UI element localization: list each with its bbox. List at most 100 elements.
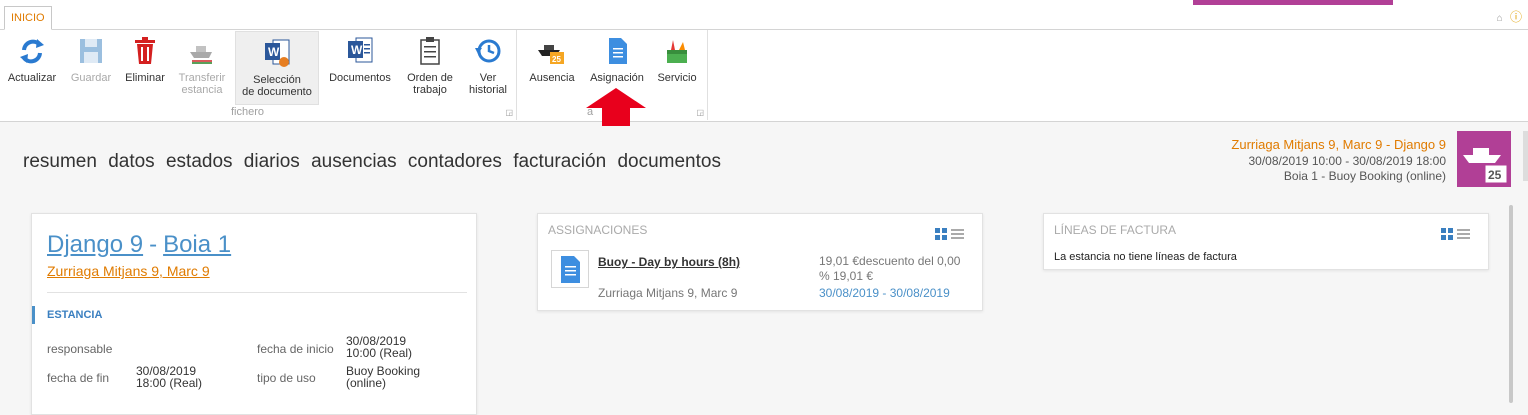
ribbon: INICIO ⌂ ⓘ Actualizar Guardar Eliminar T…: [0, 0, 1528, 122]
nav-resumen[interactable]: resumen: [23, 151, 97, 172]
nav-datos[interactable]: datos: [108, 151, 154, 172]
assignments-title: ASSIGNACIONES: [548, 223, 648, 237]
red-arrow-annotation: [586, 88, 646, 126]
stay-header-title: Zurriaga Mitjans 9, Marc 9 - Django 9: [1231, 137, 1446, 152]
transfer-label-2: estancia: [181, 84, 223, 96]
refresh-button[interactable]: Actualizar: [4, 34, 60, 84]
purple-strip: [1193, 0, 1393, 5]
work-order-button[interactable]: Orden de trabajo: [403, 34, 457, 96]
section-nav: resumen datos estados diarios ausencias …: [23, 151, 727, 173]
history-label-2: historial: [469, 84, 507, 96]
assignment-button[interactable]: Asignación: [585, 34, 649, 84]
value-use-type: Buoy Booking (online): [346, 365, 420, 389]
nav-diarios[interactable]: diarios: [244, 151, 300, 172]
title-separator: -: [149, 231, 158, 258]
nav-documentos[interactable]: documentos: [617, 151, 721, 172]
word-document-icon: W: [265, 39, 290, 67]
label-responsible: responsable: [47, 342, 113, 356]
document-icon: [561, 256, 580, 283]
info-icon[interactable]: ⓘ: [1510, 10, 1522, 24]
documents-button[interactable]: W Documentos: [325, 34, 395, 84]
save-icon: [80, 39, 102, 63]
ribbon-tabbar: INICIO ⌂ ⓘ: [0, 0, 1528, 30]
nav-contadores[interactable]: contadores: [408, 151, 502, 172]
transfer-label-1: Transferir: [178, 72, 226, 84]
service-label: Servicio: [657, 72, 697, 84]
assignment-label: Asignación: [590, 72, 644, 84]
toolbox-icon: [667, 40, 687, 63]
stay-header-info: Zurriaga Mitjans 9, Marc 9 - Django 9 30…: [1231, 137, 1446, 184]
select-document-button[interactable]: W Selección de documento: [235, 31, 319, 105]
view-toggle-icon[interactable]: [1441, 228, 1471, 240]
transfer-stay-button[interactable]: Transferir estancia: [174, 34, 230, 96]
delete-button[interactable]: Eliminar: [121, 34, 169, 84]
invoice-lines-card: LÍNEAS DE FACTURA La estancia no tiene l…: [1043, 213, 1489, 270]
nav-ausencias[interactable]: ausencias: [311, 151, 397, 172]
boat-calendar-icon: 25: [538, 45, 564, 64]
tab-inicio[interactable]: INICIO: [4, 6, 52, 30]
history-button[interactable]: Ver historial: [463, 34, 513, 96]
nav-facturacion[interactable]: facturación: [513, 151, 606, 172]
value-start-date-2: 10:00 (Real): [346, 346, 413, 360]
boat-calendar-icon: 25: [1463, 148, 1508, 184]
refresh-icon: [20, 39, 44, 64]
section-title-estancia: ESTANCIA: [47, 309, 103, 321]
service-button[interactable]: Servicio: [653, 34, 701, 84]
collapse-ribbon-icon[interactable]: ⌂: [1497, 13, 1503, 24]
stay-title-link[interactable]: Django 9: [47, 231, 143, 258]
invoice-lines-title: LÍNEAS DE FACTURA: [1054, 223, 1177, 237]
clipboard-icon: [420, 37, 440, 65]
absence-label: Ausencia: [529, 72, 575, 84]
work-order-label-2: trabajo: [413, 84, 447, 96]
select-document-label-2: de documento: [242, 86, 312, 98]
view-toggle-icon[interactable]: [935, 228, 965, 240]
refresh-label: Actualizar: [7, 72, 57, 84]
absence-button[interactable]: 25 Ausencia: [525, 34, 579, 84]
resource-title-link[interactable]: Boia 1: [163, 231, 231, 258]
history-label-1: Ver: [479, 72, 497, 84]
save-button[interactable]: Guardar: [66, 34, 116, 84]
assignment-price-2: % 19,01 €: [819, 269, 874, 283]
svg-text:W: W: [268, 45, 280, 59]
stay-header-dates: 30/08/2019 10:00 - 30/08/2019 18:00: [1248, 154, 1446, 168]
group-launcher-icon[interactable]: ◲: [505, 108, 513, 117]
invoice-empty-message: La estancia no tiene líneas de factura: [1054, 251, 1237, 263]
select-document-label-1: Selección: [253, 74, 301, 86]
assignments-card: ASSIGNACIONES Buoy - Day by hours (8h) Z…: [537, 213, 983, 311]
divider: [47, 292, 467, 293]
value-end-date-2: 18:00 (Real): [136, 376, 203, 390]
assignment-item-client: Zurriaga Mitjans 9, Marc 9: [598, 286, 738, 300]
top-right-icons: ⌂ ⓘ: [1497, 8, 1522, 25]
save-label: Guardar: [70, 72, 112, 84]
boat-calendar-tile: 25: [1457, 131, 1511, 187]
value-start-date: 30/08/2019 10:00 (Real): [346, 335, 412, 359]
assignment-item-icon: [551, 250, 589, 288]
stay-card: Django 9- Boia 1 Zurriaga Mitjans 9, Marc…: [31, 213, 477, 415]
outer-scrollbar[interactable]: [1523, 131, 1528, 181]
value-end-date: 30/08/2019 18:00 (Real): [136, 365, 202, 389]
tile-number: 25: [1488, 168, 1502, 182]
assignment-price-1: 19,01 €descuento del 0,00: [819, 254, 961, 268]
svg-text:25: 25: [552, 55, 561, 64]
label-use-type: tipo de uso: [257, 371, 316, 385]
stay-header-resource: Boia 1 - Buoy Booking (online): [1283, 169, 1446, 183]
svg-text:W: W: [351, 43, 363, 57]
client-link[interactable]: Zurriaga Mitjans 9, Marc 9: [47, 263, 210, 279]
transfer-icon: [190, 46, 212, 64]
history-icon: [475, 39, 501, 63]
assignment-item-dates: 30/08/2019 - 30/08/2019: [819, 286, 950, 300]
documents-label: Documentos: [329, 72, 391, 84]
work-order-label-1: Orden de: [407, 72, 453, 84]
value-use-type-2: (online): [346, 376, 387, 390]
trash-icon: [135, 37, 155, 64]
assignment-item-name[interactable]: Buoy - Day by hours (8h): [598, 255, 740, 269]
nav-estados[interactable]: estados: [166, 151, 233, 172]
group-launcher-icon[interactable]: ◲: [696, 108, 704, 117]
label-start-date: fecha de inicio: [257, 342, 334, 356]
group-label-fichero: fichero: [231, 106, 265, 118]
assignment-item-price: 19,01 €descuento del 0,00 % 19,01 €: [819, 254, 969, 284]
document-icon: [609, 38, 627, 64]
label-end-date: fecha de fin: [47, 371, 110, 385]
content-scrollbar[interactable]: [1509, 205, 1513, 403]
section-marker: [32, 306, 35, 324]
